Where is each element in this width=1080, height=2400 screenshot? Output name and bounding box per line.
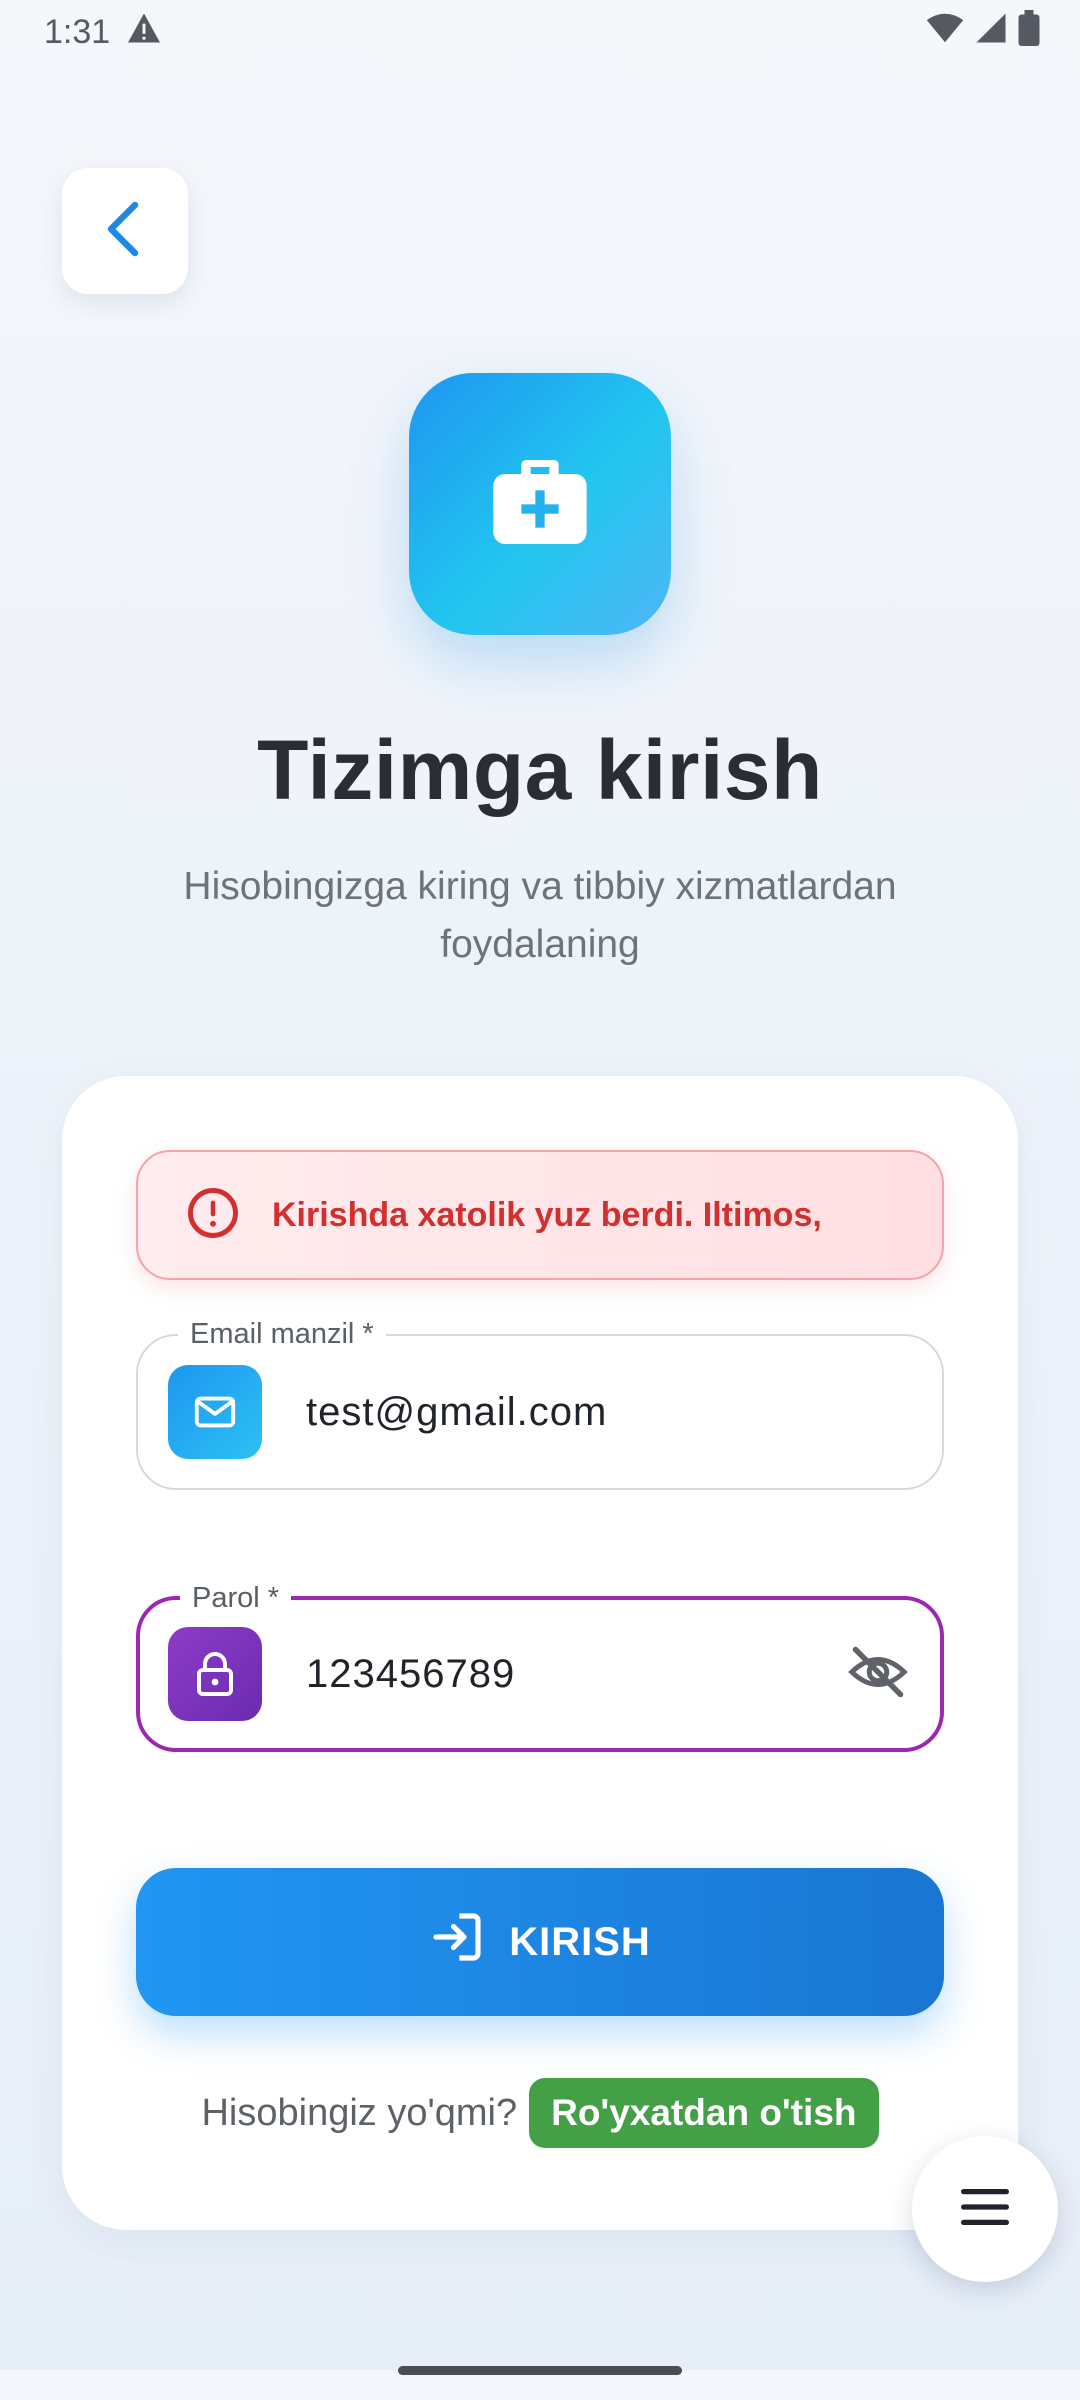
signup-link[interactable]: Ro'yxatdan o'tish [529, 2078, 879, 2148]
medical-kit-icon [484, 446, 596, 563]
lock-icon [168, 1627, 262, 1721]
password-visibility-toggle[interactable] [846, 1642, 910, 1706]
signup-prompt: Hisobingiz yo'qmi? [201, 2091, 518, 2134]
menu-icon [959, 2187, 1011, 2232]
menu-fab-button[interactable] [912, 2136, 1058, 2282]
login-button[interactable]: KIRISH [136, 1868, 944, 2016]
password-input[interactable]: 123456789 [306, 1652, 515, 1697]
gesture-handle[interactable] [398, 2366, 682, 2375]
battery-icon [1018, 9, 1040, 55]
email-input[interactable]: test@gmail.com [306, 1390, 607, 1435]
chevron-left-icon [101, 199, 149, 264]
eye-off-icon [848, 1642, 908, 1707]
warning-icon [126, 12, 162, 53]
wifi-icon [926, 12, 964, 53]
status-right [926, 9, 1040, 55]
status-bar: 1:31 [0, 0, 1080, 64]
signup-row: Hisobingiz yo'qmi? Ro'yxatdan o'tish [62, 2078, 1018, 2148]
app-logo [409, 373, 671, 635]
page-title: Tizimga kirish [257, 723, 823, 817]
login-card: Kirishda xatolik yuz berdi. Iltimos, Ema… [62, 1076, 1018, 2230]
status-left: 1:31 [44, 12, 162, 53]
error-circle-icon [186, 1186, 240, 1245]
error-alert: Kirishda xatolik yuz berdi. Iltimos, [136, 1150, 944, 1280]
password-label: Parol * [180, 1580, 292, 1616]
email-label: Email manzil * [178, 1316, 386, 1352]
mail-icon [168, 1365, 262, 1459]
page-subtitle: Hisobingizga kiring va tibbiy xizmatlard… [183, 865, 897, 966]
back-button[interactable] [62, 168, 188, 294]
password-field[interactable]: Parol * 123456789 [136, 1580, 944, 1752]
signal-icon [974, 12, 1008, 53]
email-field[interactable]: Email manzil * test@gmail.com [136, 1316, 944, 1490]
status-time: 1:31 [44, 12, 111, 51]
login-button-label: KIRISH [509, 1919, 651, 1964]
login-icon [429, 1909, 485, 1975]
error-message: Kirishda xatolik yuz berdi. Iltimos, [272, 1195, 822, 1234]
